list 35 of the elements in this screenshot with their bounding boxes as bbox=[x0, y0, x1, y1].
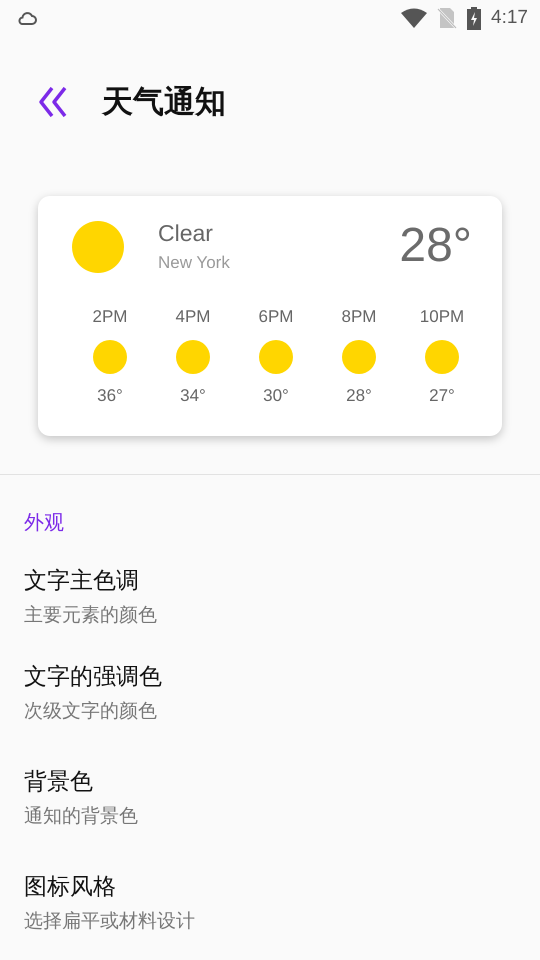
hour-temperature: 30° bbox=[263, 386, 289, 406]
setting-title[interactable]: 图标风格 bbox=[24, 871, 516, 903]
setting-subtitle: 选择扁平或材料设计 bbox=[24, 909, 196, 934]
hour-label: 6PM bbox=[258, 307, 294, 327]
page-title: 天气通知 bbox=[102, 83, 226, 122]
sun-icon bbox=[259, 340, 293, 374]
back-button[interactable] bbox=[38, 85, 68, 119]
section-header: 外观 bbox=[23, 509, 65, 536]
hour-temperature: 36° bbox=[97, 386, 123, 406]
current-temperature: 28° bbox=[399, 222, 472, 270]
sun-icon bbox=[342, 340, 376, 374]
wifi-icon bbox=[401, 8, 428, 28]
hour-temperature: 27° bbox=[429, 386, 455, 406]
location-label: New York bbox=[158, 253, 231, 273]
battery-charging-icon bbox=[467, 6, 482, 30]
sun-icon bbox=[72, 221, 124, 273]
hour-label: 2PM bbox=[92, 307, 128, 327]
setting-subtitle: 次级文字的颜色 bbox=[24, 699, 158, 724]
hour-temperature: 34° bbox=[180, 386, 206, 406]
setting-subtitle: 通知的背景色 bbox=[24, 804, 139, 829]
weather-condition: Clear bbox=[158, 220, 214, 247]
setting-title[interactable]: 背景色 bbox=[24, 766, 516, 798]
hour-label: 8PM bbox=[342, 307, 376, 327]
setting-title[interactable]: 文字的强调色 bbox=[24, 661, 516, 693]
no-sim-icon bbox=[437, 7, 458, 29]
hour-label: 4PM bbox=[176, 307, 210, 327]
sun-icon bbox=[425, 340, 459, 374]
cloud-icon bbox=[16, 10, 38, 26]
sun-icon bbox=[93, 340, 127, 374]
sun-icon bbox=[176, 340, 210, 374]
hour-label: 10PM bbox=[420, 307, 464, 327]
setting-title[interactable]: 文字主色调 bbox=[24, 565, 516, 597]
setting-subtitle: 主要元素的颜色 bbox=[24, 603, 158, 628]
status-time: 4:17 bbox=[491, 7, 528, 29]
hour-temperature: 28° bbox=[346, 386, 372, 406]
